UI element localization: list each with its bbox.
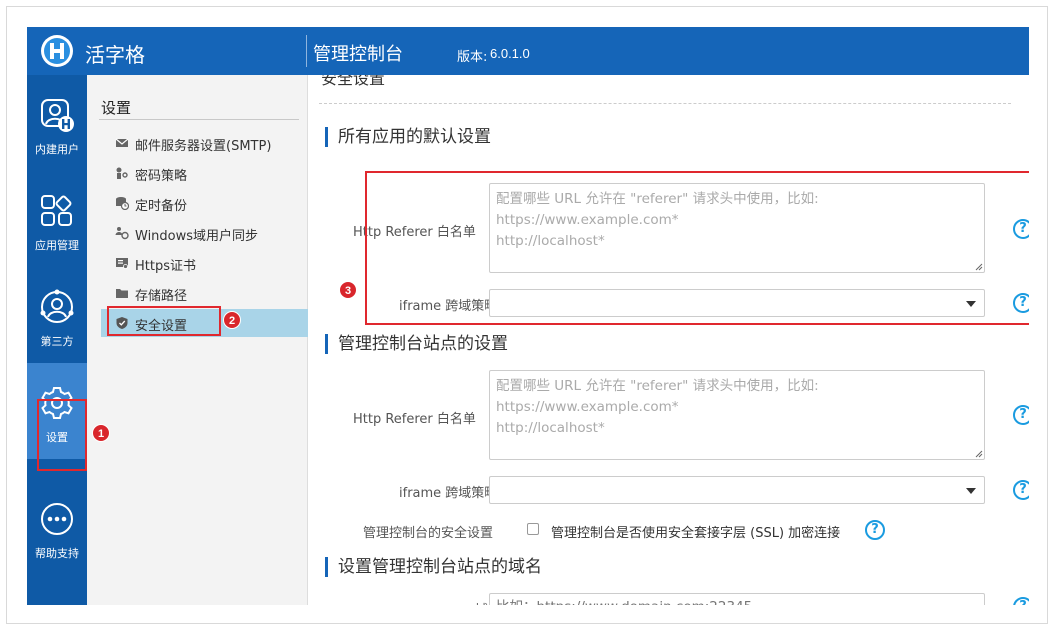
resize-grip-icon[interactable] xyxy=(975,450,983,458)
rail-item-builtin-users[interactable]: 内建用户 xyxy=(27,75,87,171)
header-divider xyxy=(306,35,307,67)
submenu-item-label: 定时备份 xyxy=(135,199,188,214)
user-h-icon xyxy=(41,99,74,132)
submenu-item-storage-path[interactable]: 存储路径 xyxy=(101,279,306,307)
referer-whitelist-label: Http Referer 白名单 xyxy=(353,412,476,427)
section-heading-cut: 安全设置 xyxy=(321,75,386,88)
submenu-item-label: 密码策略 xyxy=(135,169,188,184)
rail-item-label: 应用管理 xyxy=(35,239,79,252)
top-header: 活字格 管理控制台 版本: 6.0.1.0 xyxy=(27,27,1029,75)
certificate-icon xyxy=(116,258,128,269)
annotation-badge-1: 1 xyxy=(92,424,110,442)
sync-users-icon xyxy=(115,227,129,240)
help-icon[interactable]: ? xyxy=(1013,597,1029,605)
submenu-item-windows-domain-sync[interactable]: Windows域用户同步 xyxy=(101,219,306,247)
screenshot-frame: 活字格 管理控制台 版本: 6.0.1.0 内建用户 应用管理 第三方 设置 帮… xyxy=(6,6,1048,624)
mail-icon xyxy=(115,138,129,147)
submenu-item-backup[interactable]: 定时备份 xyxy=(101,189,306,217)
rail-item-app-management[interactable]: 应用管理 xyxy=(27,171,87,267)
rail-item-third-party[interactable]: 第三方 xyxy=(27,267,87,363)
submenu-item-label: 邮件服务器设置(SMTP) xyxy=(135,139,272,154)
help-icon[interactable]: ? xyxy=(865,520,885,540)
dashed-divider xyxy=(319,103,1011,104)
app-name: 活字格 xyxy=(85,43,145,67)
backup-icon xyxy=(116,197,129,210)
huozige-logo-icon xyxy=(41,35,73,67)
annotation-box-3 xyxy=(365,171,1029,325)
section-title-domain: 设置管理控制台站点的域名 xyxy=(325,557,542,577)
section-title-all-apps: 所有应用的默认设置 xyxy=(325,127,491,147)
annotation-box-1 xyxy=(37,399,87,471)
chevron-down-icon xyxy=(966,488,976,494)
console-referer-textarea[interactable]: 配置哪些 URL 允许在 "referer" 请求头中使用，比如: https:… xyxy=(489,370,985,460)
more-dots-icon xyxy=(41,503,73,535)
settings-submenu: 设置 邮件服务器设置(SMTP) 密码策略 定时备份 Windows域用户同步 … xyxy=(87,75,308,605)
submenu-item-password-policy[interactable]: 密码策略 xyxy=(101,159,306,187)
rail-item-label: 帮助支持 xyxy=(35,547,79,560)
submenu-item-label: 存储路径 xyxy=(135,289,188,304)
submenu-divider xyxy=(99,119,299,120)
rail-item-label: 内建用户 xyxy=(35,143,79,156)
version-label: 版本: xyxy=(457,50,488,65)
annotation-box-2 xyxy=(107,306,221,336)
ssl-checkbox-label[interactable]: 管理控制台是否使用安全套接字层 (SSL) 加密连接 xyxy=(551,522,840,541)
iframe-policy-label: iframe 跨域策略 xyxy=(399,486,498,501)
folder-icon xyxy=(116,289,128,298)
submenu-title: 设置 xyxy=(101,99,132,117)
submenu-item-https-cert[interactable]: Https证书 xyxy=(101,249,306,277)
section-title-console-site: 管理控制台站点的设置 xyxy=(325,334,508,354)
help-icon[interactable]: ? xyxy=(1013,405,1029,425)
main-nav-rail: 内建用户 应用管理 第三方 设置 帮助支持 xyxy=(27,75,87,605)
page-title: 管理控制台 xyxy=(313,44,403,65)
rail-item-help-support[interactable]: 帮助支持 xyxy=(27,493,87,589)
annotation-badge-2: 2 xyxy=(223,311,241,329)
domain-input[interactable] xyxy=(489,593,985,605)
annotation-badge-3: 3 xyxy=(339,281,357,299)
version-number: 6.0.1.0 xyxy=(490,46,530,61)
console-security-label: 管理控制台的安全设置 xyxy=(363,526,494,541)
submenu-item-label: Https证书 xyxy=(135,259,196,274)
ssl-checkbox[interactable] xyxy=(527,523,539,535)
rail-item-label: 第三方 xyxy=(40,335,74,348)
submenu-item-smtp[interactable]: 邮件服务器设置(SMTP) xyxy=(101,129,306,157)
security-settings-panel: 安全设置 所有应用的默认设置 Http Referer 白名单 配置哪些 URL… xyxy=(309,75,1029,605)
help-icon[interactable]: ? xyxy=(1013,480,1029,500)
key-icon xyxy=(116,167,128,179)
console-iframe-select[interactable] xyxy=(489,476,985,504)
submenu-item-label: Windows域用户同步 xyxy=(135,229,259,244)
admin-console-window: 活字格 管理控制台 版本: 6.0.1.0 内建用户 应用管理 第三方 设置 帮… xyxy=(27,27,1029,605)
third-party-icon xyxy=(40,289,74,323)
apps-grid-icon xyxy=(41,195,72,226)
